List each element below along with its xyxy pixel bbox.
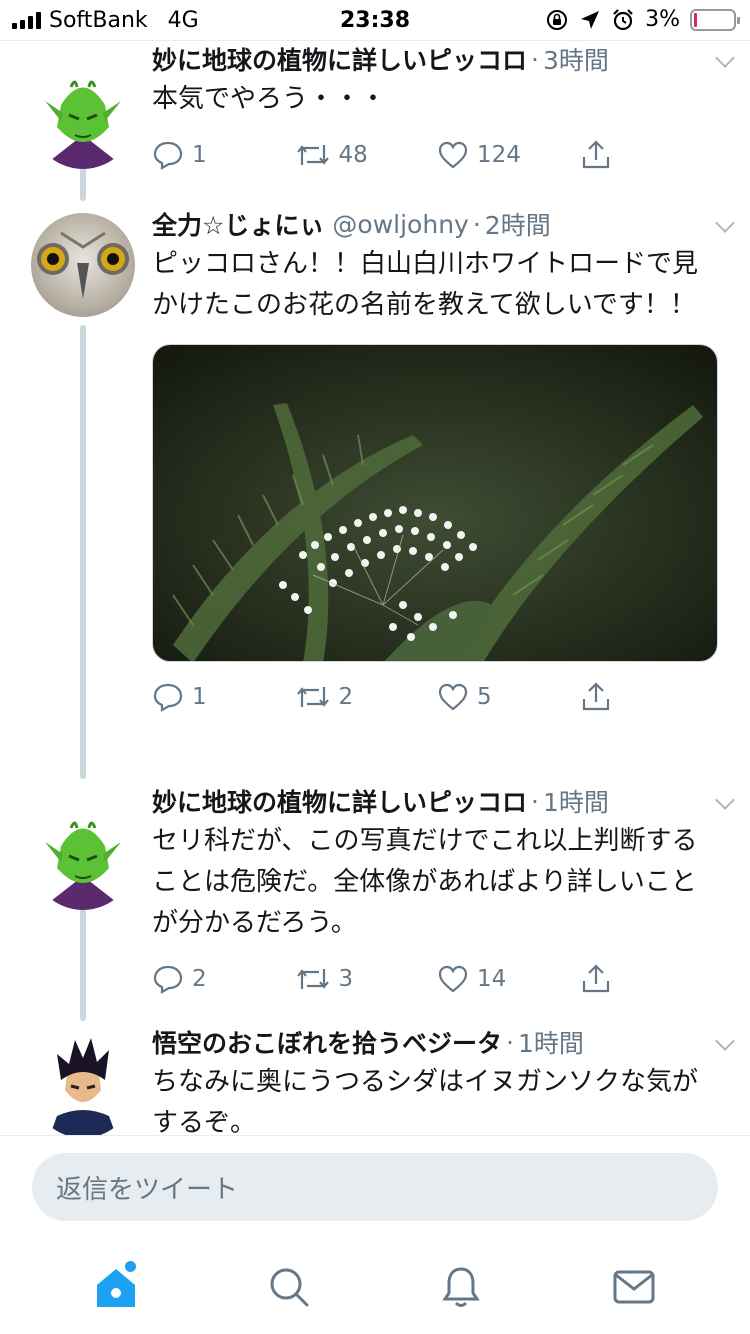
network-label: 4G (167, 7, 199, 33)
reply-bar: 返信をツイート (0, 1135, 750, 1240)
tweet-text: 本気でやろう・・・ (152, 84, 387, 114)
retweet-button[interactable]: 2 (295, 683, 438, 711)
tweet[interactable]: 全力☆じょにぃ @owljohny · 2時間 ピッコロさん！！白山白川ホワイト… (152, 206, 735, 722)
alarm-icon (613, 8, 633, 30)
like-button[interactable]: 124 (437, 140, 580, 170)
tweet[interactable]: 妙に地球の植物に詳しいピッコロ · 3時間 本気でやろう・・・ 1 48 124 (152, 41, 735, 180)
author-name[interactable]: 妙に地球の植物に詳しいピッコロ (152, 41, 527, 77)
tab-messages[interactable] (602, 1255, 666, 1319)
tweet-text: ピッコロさん！！白山白川ホワイトロードで見かけたこのお花の名前を教えて欲しいです… (152, 249, 699, 320)
vegeta-avatar[interactable] (31, 1034, 135, 1135)
like-count: 5 (477, 684, 492, 710)
conversation-feed[interactable]: 妙に地球の植物に詳しいピッコロ · 3時間 本気でやろう・・・ 1 48 124 (0, 40, 750, 1135)
tweet-text: セリ科だが、この写真だけでこれ以上判断することは危険だ。全体像があればより詳しい… (152, 826, 698, 938)
carrier-label: SoftBank (49, 7, 148, 33)
battery-percent: 3% (645, 7, 680, 32)
retweet-count: 48 (338, 142, 368, 168)
reply-count: 1 (192, 684, 207, 710)
reply-placeholder: 返信をツイート (56, 1174, 239, 1205)
retweet-count: 3 (338, 966, 354, 992)
status-bar: SoftBank 4G 23:38 3% (0, 0, 750, 40)
tweet[interactable]: 妙に地球の植物に詳しいピッコロ · 1時間 セリ科だが、この写真だけでこれ以上判… (152, 783, 735, 1004)
thread-line (80, 325, 86, 779)
search-icon (270, 1268, 309, 1307)
orientation-lock-icon (547, 9, 568, 30)
author-name[interactable]: 悟空のおこぼれを拾うベジータ (152, 1024, 502, 1060)
reply-icon (153, 683, 183, 712)
signal-icon (12, 11, 41, 29)
battery-icon (690, 8, 740, 31)
retweet-count: 2 (338, 684, 354, 710)
tweet-time[interactable]: 3時間 (543, 41, 609, 77)
author-name[interactable]: 全力☆じょにぃ (152, 206, 324, 242)
retweet-button[interactable]: 3 (295, 965, 438, 993)
tweet-time[interactable]: 1時間 (543, 783, 609, 819)
retweet-icon (296, 145, 329, 165)
reply-count: 1 (192, 142, 207, 168)
tweet-time[interactable]: 2時間 (485, 206, 551, 242)
share-button[interactable] (580, 963, 723, 995)
tweet-actions: 2 3 14 (152, 954, 722, 1004)
tweet-actions: 1 48 124 (152, 130, 722, 180)
messages-icon (613, 1270, 655, 1304)
retweet-icon (296, 687, 329, 707)
heart-icon (438, 141, 468, 169)
heart-icon (438, 683, 468, 711)
reply-input[interactable]: 返信をツイート (32, 1153, 718, 1221)
separator-dot: · (531, 786, 539, 816)
reply-icon (153, 965, 183, 994)
tweet-text: ちなみに奥にうつるシダはイヌガンソクな気がするぞ。 (152, 1067, 699, 1135)
tab-home[interactable] (84, 1255, 148, 1319)
piccolo-avatar[interactable] (31, 806, 135, 910)
author-name[interactable]: 妙に地球の植物に詳しいピッコロ (152, 783, 527, 819)
separator-dot: · (531, 44, 539, 74)
like-count: 14 (477, 966, 507, 992)
owl-avatar[interactable] (31, 213, 135, 317)
share-icon (582, 964, 609, 993)
tweet-actions: 1 2 5 (152, 672, 722, 722)
like-count: 124 (477, 142, 521, 168)
tweet-photo[interactable] (152, 344, 718, 662)
tab-search[interactable] (257, 1255, 321, 1319)
tweet-time[interactable]: 1時間 (518, 1024, 584, 1060)
notifications-icon (442, 1267, 481, 1307)
share-icon (582, 140, 609, 169)
reply-button[interactable]: 1 (152, 140, 295, 170)
tab-notifications[interactable] (429, 1255, 493, 1319)
piccolo-avatar[interactable] (31, 65, 135, 169)
retweet-button[interactable]: 48 (295, 141, 438, 169)
location-arrow-icon (581, 10, 600, 29)
separator-dot: · (506, 1027, 514, 1057)
share-button[interactable] (580, 681, 723, 713)
share-icon (582, 682, 609, 711)
like-button[interactable]: 5 (437, 682, 580, 712)
heart-icon (438, 965, 468, 993)
like-button[interactable]: 14 (437, 964, 580, 994)
reply-button[interactable]: 2 (152, 964, 295, 994)
share-button[interactable] (580, 139, 723, 171)
separator-dot: · (472, 209, 481, 239)
retweet-icon (296, 969, 329, 989)
tweet[interactable]: 悟空のおこぼれを拾うベジータ · 1時間 ちなみに奥にうつるシダはイヌガンソクな… (152, 1024, 735, 1135)
reply-count: 2 (192, 966, 207, 992)
thread-line (80, 899, 86, 1021)
author-handle[interactable]: @owljohny (332, 210, 468, 239)
reply-button[interactable]: 1 (152, 682, 295, 712)
tab-bar (0, 1240, 750, 1334)
reply-icon (153, 141, 183, 170)
